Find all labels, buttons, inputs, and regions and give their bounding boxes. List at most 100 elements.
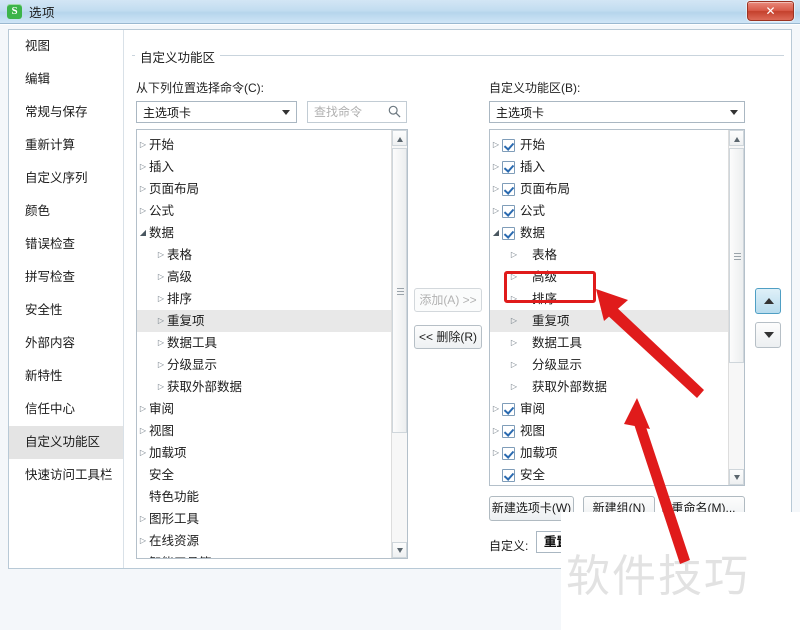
checkbox[interactable] — [502, 160, 515, 174]
triangle-collapsed-icon[interactable]: ▷ — [490, 420, 502, 442]
triangle-collapsed-icon[interactable]: ▷ — [137, 442, 149, 464]
tree-row[interactable]: ▷ 页面布局 — [137, 178, 391, 200]
sidebar-item-0[interactable]: 视图 — [9, 30, 123, 63]
tree-row[interactable]: ▷ 重复项 — [490, 310, 728, 332]
tree-row[interactable]: ▷ 数据工具 — [490, 332, 728, 354]
triangle-collapsed-icon[interactable]: ▷ — [155, 354, 167, 376]
triangle-collapsed-icon[interactable]: ▷ — [490, 156, 502, 178]
tree-row[interactable]: ▷ 公式 — [490, 200, 728, 222]
move-up-button[interactable] — [755, 288, 781, 314]
ribbon-tabs-tree[interactable]: ▷ 开始 ▷ 插入 ▷ 页面布局 ▷ 公式 ◢ 数据 ▷ 表格 ▷ 高级 ▷ 排序 ▷ 重复项 ▷ 数据工具 ▷ 分级显示… — [489, 129, 745, 486]
checkbox[interactable] — [502, 402, 515, 416]
triangle-collapsed-icon[interactable]: ▷ — [490, 398, 502, 420]
checkbox[interactable] — [502, 138, 515, 152]
tree-row[interactable]: ▷ 分级显示 — [137, 354, 391, 376]
checkbox[interactable] — [502, 204, 515, 218]
tree-row[interactable]: 特色功能 — [137, 486, 391, 508]
checkbox[interactable] — [502, 446, 515, 460]
tree-row[interactable]: ▷ 加载项 — [137, 442, 391, 464]
tree-row[interactable]: 智能工具箱 — [137, 552, 391, 558]
sidebar-item-10[interactable]: 新特性 — [9, 360, 123, 393]
command-source-combo[interactable]: 主选项卡 — [136, 101, 297, 123]
triangle-collapsed-icon[interactable]: ▷ — [137, 398, 149, 420]
sidebar-item-7[interactable]: 拼写检查 — [9, 261, 123, 294]
sidebar-item-9[interactable]: 外部内容 — [9, 327, 123, 360]
sidebar-item-13[interactable]: 快速访问工具栏 — [9, 459, 123, 492]
triangle-collapsed-icon[interactable]: ▷ — [155, 288, 167, 310]
tree-row[interactable]: ▷ 高级 — [137, 266, 391, 288]
tree-row[interactable]: ▷ 开始 — [137, 134, 391, 156]
triangle-collapsed-icon[interactable]: ▷ — [137, 178, 149, 200]
tree-row[interactable]: ▷ 视图 — [137, 420, 391, 442]
tree-row[interactable]: ▷ 图形工具 — [137, 508, 391, 530]
triangle-collapsed-icon[interactable]: ▷ — [137, 508, 149, 530]
triangle-collapsed-icon[interactable]: ▷ — [155, 244, 167, 266]
sidebar-item-8[interactable]: 安全性 — [9, 294, 123, 327]
tree-row[interactable]: 安全 — [490, 464, 728, 485]
checkbox[interactable] — [502, 226, 515, 240]
sidebar-item-1[interactable]: 编辑 — [9, 63, 123, 96]
tree-row[interactable]: ▷ 审阅 — [137, 398, 391, 420]
triangle-collapsed-icon[interactable]: ▷ — [508, 376, 520, 398]
triangle-collapsed-icon[interactable]: ▷ — [137, 530, 149, 552]
triangle-collapsed-icon[interactable]: ▷ — [155, 266, 167, 288]
tree-row[interactable]: ▷ 公式 — [137, 200, 391, 222]
tree-row[interactable]: ▷ 视图 — [490, 420, 728, 442]
triangle-collapsed-icon[interactable]: ▷ — [155, 332, 167, 354]
triangle-collapsed-icon[interactable]: ▷ — [508, 310, 520, 332]
tree-row[interactable]: 安全 — [137, 464, 391, 486]
remove-button[interactable]: << 删除(R) — [414, 325, 482, 349]
sidebar-item-6[interactable]: 错误检查 — [9, 228, 123, 261]
tree-row[interactable]: ▷ 插入 — [137, 156, 391, 178]
triangle-expanded-icon[interactable]: ◢ — [137, 222, 149, 244]
checkbox[interactable] — [502, 468, 515, 482]
tree-row[interactable]: ▷ 在线资源 — [137, 530, 391, 552]
checkbox[interactable] — [502, 182, 515, 196]
triangle-collapsed-icon[interactable]: ▷ — [490, 134, 502, 156]
tree-row[interactable]: ▷ 重复项 — [137, 310, 391, 332]
scroll-up-button[interactable] — [392, 130, 407, 146]
right-list-scrollbar[interactable] — [728, 130, 744, 485]
tree-row[interactable]: ▷ 加载项 — [490, 442, 728, 464]
tree-row[interactable]: ◢ 数据 — [490, 222, 728, 244]
tree-row[interactable]: ◢ 数据 — [137, 222, 391, 244]
sidebar-item-12[interactable]: 自定义功能区 — [9, 426, 123, 459]
triangle-expanded-icon[interactable]: ◢ — [490, 222, 502, 244]
sidebar-item-4[interactable]: 自定义序列 — [9, 162, 123, 195]
scroll-thumb[interactable] — [392, 148, 407, 433]
scroll-down-button[interactable] — [729, 469, 744, 485]
search-command-input[interactable]: 查找命令 — [307, 101, 407, 123]
available-commands-list[interactable]: ▷ 开始 ▷ 插入 ▷ 页面布局 ▷ 公式 ◢ 数据 ▷ 表格 ▷ 高级 ▷ 排序 ▷ 重复项 ▷ 数据工具 ▷ 分级显示… — [136, 129, 408, 559]
sidebar-item-11[interactable]: 信任中心 — [9, 393, 123, 426]
ribbon-target-combo[interactable]: 主选项卡 — [489, 101, 745, 123]
scroll-up-button[interactable] — [729, 130, 744, 146]
triangle-collapsed-icon[interactable]: ▷ — [137, 134, 149, 156]
triangle-collapsed-icon[interactable]: ▷ — [155, 310, 167, 332]
scroll-down-button[interactable] — [392, 542, 407, 558]
move-down-button[interactable] — [755, 322, 781, 348]
tree-row[interactable]: ▷ 表格 — [490, 244, 728, 266]
tree-row[interactable]: ▷ 获取外部数据 — [137, 376, 391, 398]
tree-row[interactable]: ▷ 表格 — [137, 244, 391, 266]
triangle-collapsed-icon[interactable]: ▷ — [137, 200, 149, 222]
triangle-collapsed-icon[interactable]: ▷ — [508, 244, 520, 266]
left-list-scrollbar[interactable] — [391, 130, 407, 558]
triangle-collapsed-icon[interactable]: ▷ — [490, 442, 502, 464]
triangle-collapsed-icon[interactable]: ▷ — [137, 156, 149, 178]
tree-row[interactable]: ▷ 排序 — [137, 288, 391, 310]
tree-row[interactable]: ▷ 审阅 — [490, 398, 728, 420]
sidebar-item-5[interactable]: 颜色 — [9, 195, 123, 228]
triangle-collapsed-icon[interactable]: ▷ — [155, 376, 167, 398]
triangle-collapsed-icon[interactable]: ▷ — [490, 200, 502, 222]
triangle-collapsed-icon[interactable]: ▷ — [490, 178, 502, 200]
tree-row[interactable]: ▷ 插入 — [490, 156, 728, 178]
tree-row[interactable]: ▷ 数据工具 — [137, 332, 391, 354]
sidebar-item-3[interactable]: 重新计算 — [9, 129, 123, 162]
triangle-collapsed-icon[interactable]: ▷ — [508, 332, 520, 354]
scroll-thumb[interactable] — [729, 148, 744, 363]
tree-row[interactable]: ▷ 分级显示 — [490, 354, 728, 376]
tree-row[interactable]: ▷ 开始 — [490, 134, 728, 156]
close-icon[interactable]: ✕ — [747, 1, 794, 21]
triangle-collapsed-icon[interactable]: ▷ — [137, 420, 149, 442]
checkbox[interactable] — [502, 424, 515, 438]
